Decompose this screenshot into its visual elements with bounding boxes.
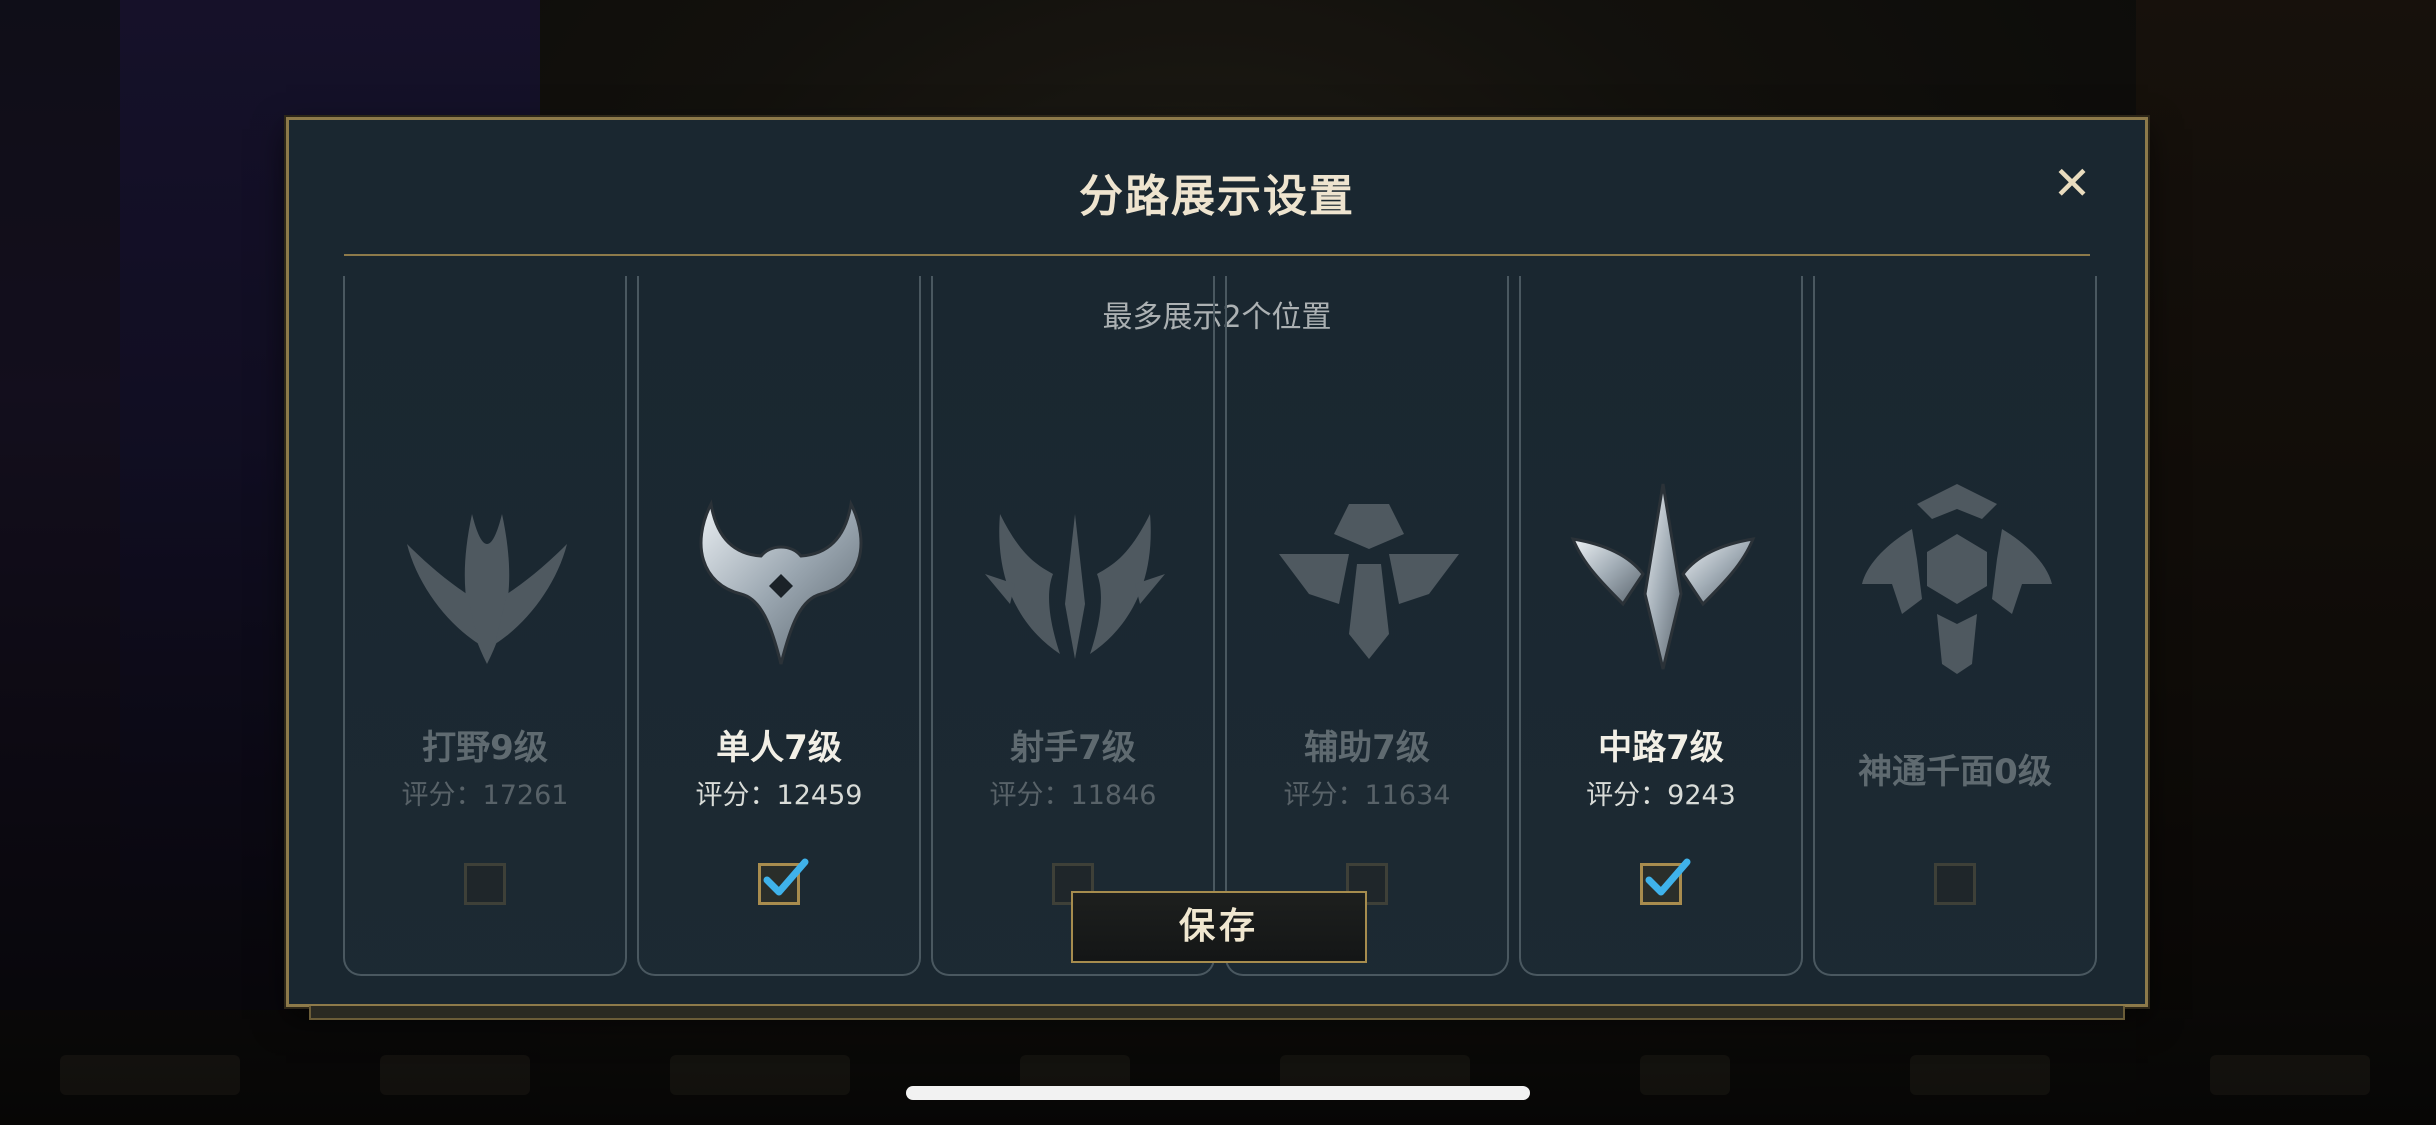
support-emblem-icon [1269, 474, 1469, 674]
checkmark-icon [1645, 858, 1691, 896]
save-button[interactable]: 保存 [1071, 891, 1367, 963]
lane-card-marksman[interactable]: 射手7级 评分：11846 [931, 276, 1215, 976]
lane-card-support[interactable]: 辅助7级 评分：11634 [1225, 276, 1509, 976]
lane-score: 评分：17261 [401, 780, 569, 811]
lane-name: 中路7级 [1598, 728, 1724, 768]
home-indicator[interactable] [906, 1086, 1530, 1100]
checkmark-icon [763, 858, 809, 896]
lane-name: 射手7级 [1010, 728, 1136, 768]
marksman-emblem-icon [975, 474, 1175, 674]
lane-card-mid[interactable]: 中路7级 评分：9243 [1519, 276, 1803, 976]
lane-checkbox[interactable] [464, 863, 506, 905]
title-divider [344, 254, 2090, 256]
lane-display-settings-dialog: 分路展示设置 ✕ 最多展示2个位置 打野9级 评分：17261 单人7级 评分：… [286, 117, 2148, 1020]
jungle-emblem-icon [387, 474, 587, 674]
all-round-emblem-icon [1857, 474, 2057, 674]
dialog-title: 分路展示设置 [1079, 171, 1355, 222]
lane-name: 打野9级 [422, 728, 548, 768]
lane-checkbox[interactable] [1640, 858, 1691, 905]
mid-lane-emblem-icon [1563, 474, 1763, 674]
lane-card-all-round[interactable]: 神通千面0级 [1813, 276, 2097, 976]
lane-score: 评分：11634 [1283, 780, 1451, 811]
lane-score: 评分：11846 [989, 780, 1157, 811]
lane-checkbox[interactable] [1934, 863, 1976, 905]
lane-card-jungle[interactable]: 打野9级 评分：17261 [343, 276, 627, 976]
close-icon[interactable]: ✕ [2047, 158, 2097, 208]
solo-lane-emblem-icon [681, 474, 881, 674]
lane-score: 评分：9243 [1586, 780, 1736, 811]
lane-name: 单人7级 [716, 728, 842, 768]
lane-card-solo[interactable]: 单人7级 评分：12459 [637, 276, 921, 976]
lane-checkbox[interactable] [758, 858, 809, 905]
lane-name: 辅助7级 [1304, 728, 1430, 768]
lane-card-list: 打野9级 评分：17261 单人7级 评分：12459 射手7级 评分：1184… [343, 276, 2099, 976]
lane-score: 评分：12459 [695, 780, 863, 811]
lane-name: 神通千面0级 [1858, 752, 2052, 792]
